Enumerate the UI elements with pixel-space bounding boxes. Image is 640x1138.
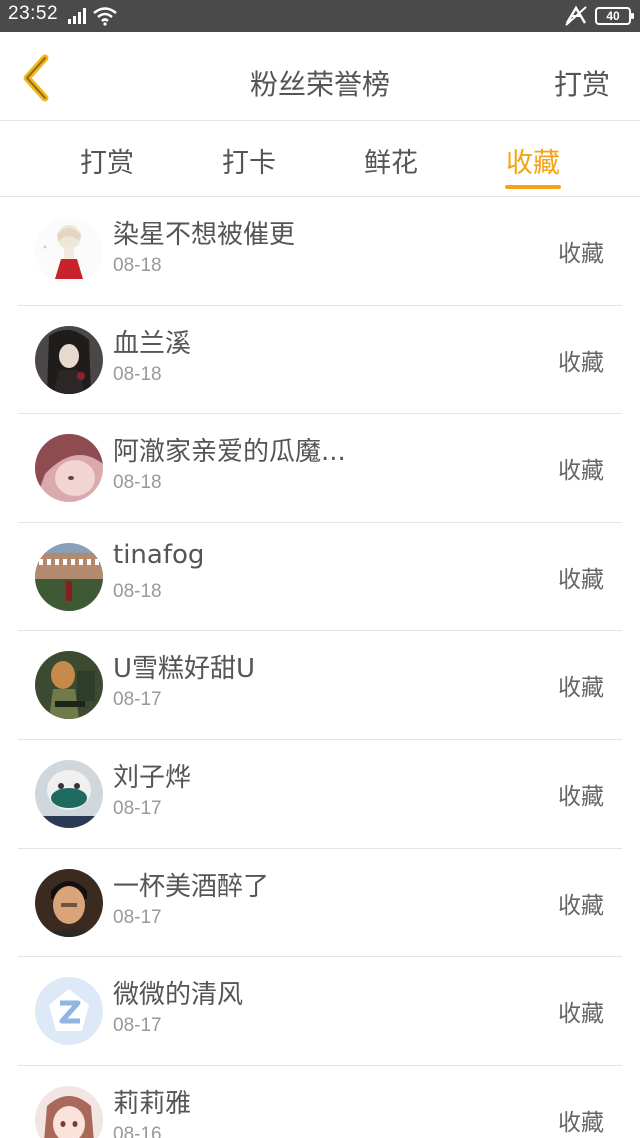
- fan-name: 莉莉雅: [113, 1088, 192, 1119]
- avatar: [35, 434, 103, 503]
- gift-type: 收藏: [558, 1109, 604, 1136]
- tab-checkin[interactable]: 打卡: [189, 141, 309, 180]
- fan-name: 一杯美酒醉了: [113, 871, 270, 902]
- list-item[interactable]: 阿澈家亲爱的瓜魔... 08-18 收藏: [18, 414, 622, 523]
- fan-name: 微微的清风: [113, 980, 244, 1011]
- avatar: [35, 868, 103, 937]
- tab-flowers[interactable]: 鲜花: [331, 141, 451, 180]
- fan-name: 刘子烨: [113, 762, 192, 793]
- rotation-lock-icon: [564, 5, 588, 31]
- avatar: [35, 651, 103, 720]
- cellular-signal-icon: [64, 7, 88, 29]
- gift-type: 收藏: [558, 458, 604, 485]
- avatar: [35, 325, 103, 394]
- tab-favorites[interactable]: 收藏: [473, 141, 593, 180]
- wifi-icon: [92, 6, 118, 30]
- gift-type: 收藏: [558, 675, 604, 702]
- list-item[interactable]: tinafog 08-18 收藏: [18, 523, 622, 632]
- status-time: 23:52: [8, 3, 59, 24]
- navigation-bar: 粉丝荣誉榜 打赏: [0, 32, 640, 121]
- fan-date: 08-16: [113, 1123, 162, 1138]
- fan-date: 08-18: [113, 472, 162, 494]
- fan-name: U雪糕好甜U: [113, 654, 256, 685]
- battery-icon: 40: [595, 7, 634, 25]
- fan-date: 08-17: [113, 906, 162, 928]
- fan-date: 08-18: [113, 580, 162, 602]
- avatar: [35, 759, 103, 828]
- avatar: [35, 1085, 103, 1138]
- gift-type: 收藏: [558, 783, 604, 810]
- list-item[interactable]: U雪糕好甜U 08-17 收藏: [18, 631, 622, 740]
- fan-name: 血兰溪: [113, 328, 192, 359]
- active-tab-indicator: [505, 185, 561, 189]
- list-item[interactable]: 血兰溪 08-18 收藏: [18, 306, 622, 415]
- fan-name: 阿澈家亲爱的瓜魔...: [113, 437, 346, 468]
- tab-reward[interactable]: 打赏: [47, 141, 167, 180]
- list-item[interactable]: 刘子烨 08-17 收藏: [18, 740, 622, 849]
- gift-type: 收藏: [558, 241, 604, 267]
- avatar: [35, 542, 103, 611]
- fan-date: 08-17: [113, 1015, 162, 1037]
- reward-button[interactable]: 打赏: [554, 63, 610, 103]
- fan-date: 08-17: [113, 797, 162, 819]
- avatar: [35, 977, 103, 1046]
- list-item[interactable]: 微微的清风 08-17 收藏: [18, 957, 622, 1066]
- fan-name: 染星不想被催更: [113, 220, 296, 250]
- fan-date: 08-18: [113, 363, 162, 385]
- list-item[interactable]: 一杯美酒醉了 08-17 收藏: [18, 849, 622, 958]
- fan-list: 染星不想被催更 08-18 收藏 血兰溪 08-18 收藏 阿澈家亲爱的瓜魔..…: [0, 197, 640, 1138]
- fan-date: 08-17: [113, 689, 162, 711]
- page-title: 粉丝荣誉榜: [249, 68, 390, 101]
- gift-type: 收藏: [558, 892, 604, 919]
- list-item[interactable]: 染星不想被催更 08-18 收藏: [18, 197, 622, 306]
- battery-level: 40: [606, 9, 620, 23]
- gift-type: 收藏: [558, 1001, 604, 1028]
- fan-date: 08-18: [113, 255, 162, 276]
- gift-type: 收藏: [558, 566, 604, 593]
- status-bar: 23:52 40: [0, 0, 640, 32]
- fan-name: tinafog: [113, 539, 205, 570]
- avatar: [35, 217, 103, 285]
- list-item[interactable]: 莉莉雅 08-16 收藏: [18, 1066, 622, 1138]
- gift-type: 收藏: [558, 349, 604, 376]
